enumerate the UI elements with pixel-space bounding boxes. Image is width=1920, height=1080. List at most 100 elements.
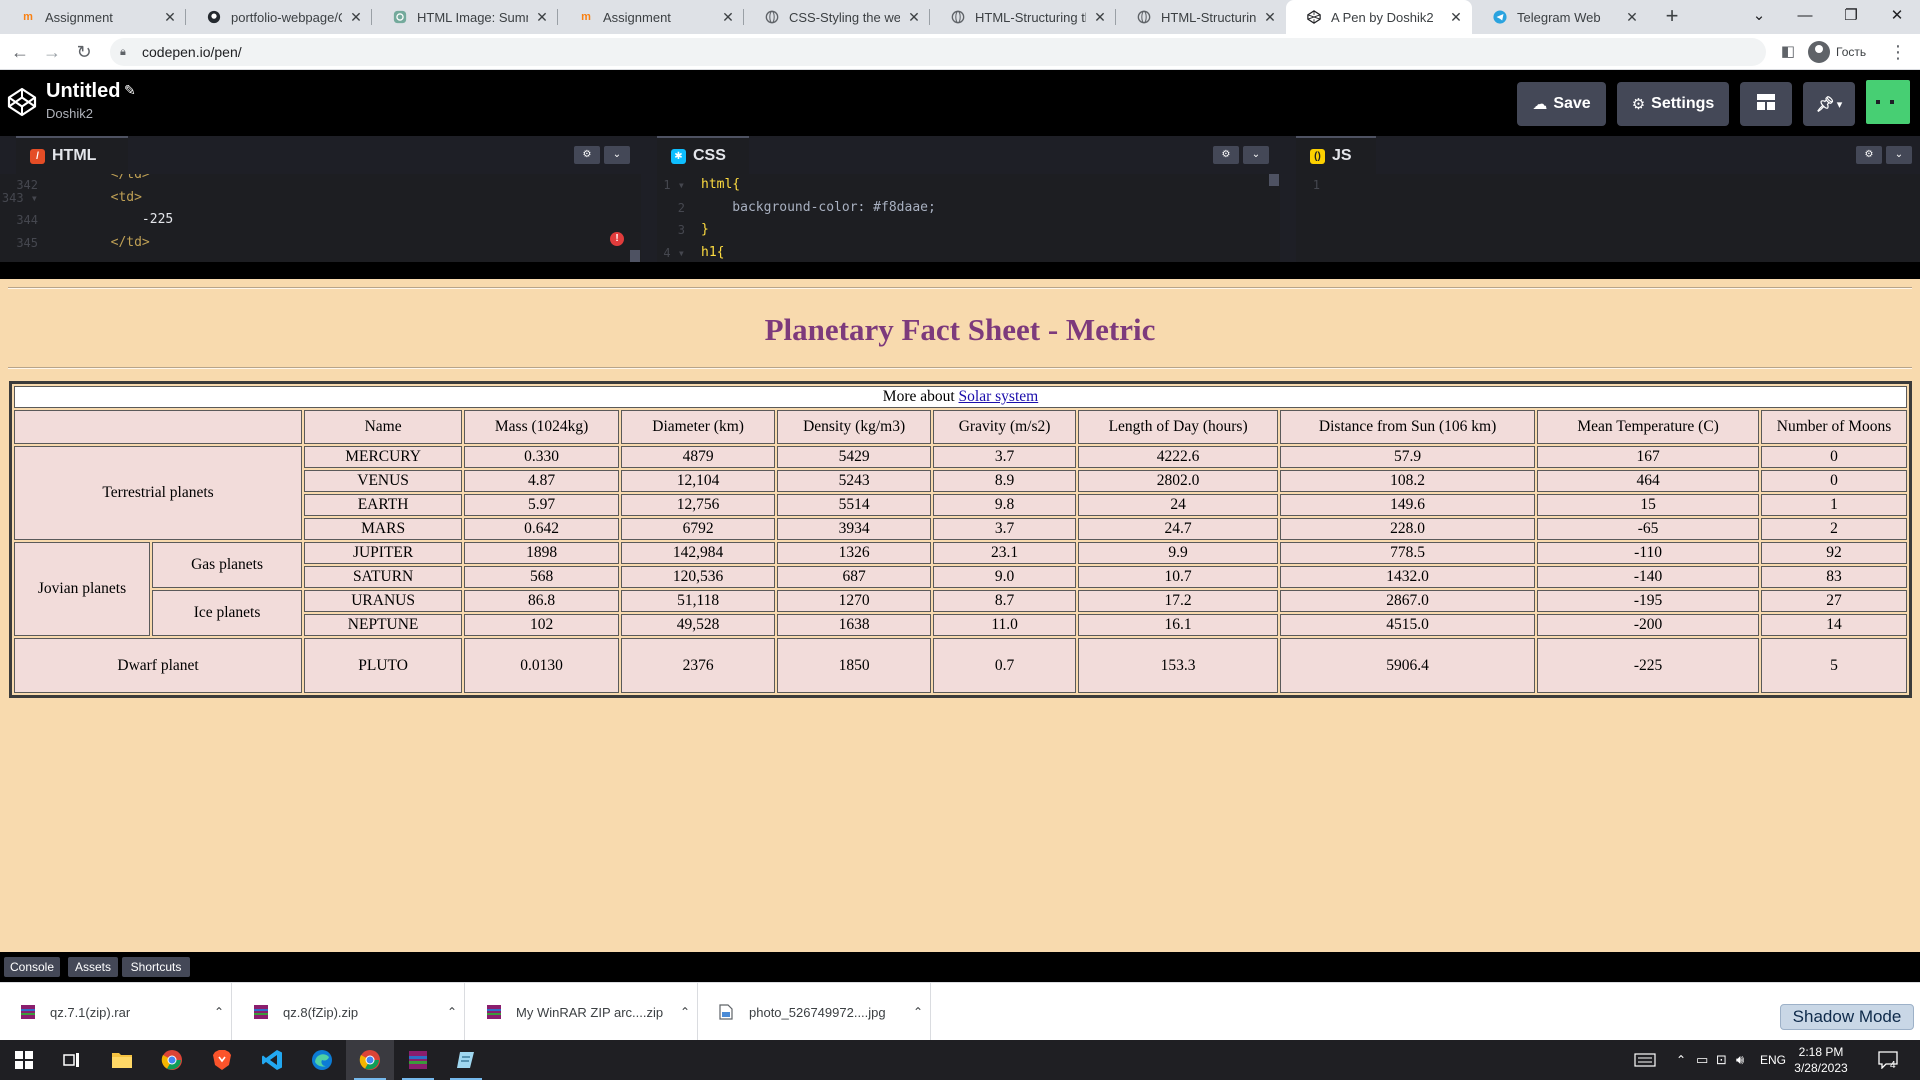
pen-title[interactable]: Untitled — [46, 80, 120, 103]
notifications-button[interactable]: 4 — [1878, 1040, 1898, 1080]
shadow-mode-button[interactable]: Shadow Mode — [1780, 1004, 1914, 1030]
tab-search-icon[interactable]: ⌄ — [1736, 0, 1782, 34]
download-item[interactable]: qz.7.1(zip).rar ⌃ — [0, 983, 232, 1041]
cell-distance: 4515.0 — [1280, 614, 1536, 636]
chevron-down-icon[interactable]: ⌄ — [1886, 146, 1912, 164]
close-icon[interactable]: ✕ — [906, 9, 922, 26]
volume-icon[interactable]: 🔊︎ — [1736, 1040, 1744, 1080]
menu-icon[interactable]: ⋮ — [1884, 38, 1912, 66]
clock[interactable]: 2:18 PM 3/28/2023 — [1786, 1044, 1856, 1076]
new-tab-button[interactable]: + — [1658, 4, 1686, 30]
brave-button[interactable] — [198, 1040, 246, 1080]
chevron-up-icon[interactable]: ⌃ — [906, 1005, 930, 1019]
tab-title: Assignment — [603, 9, 671, 25]
browser-tab[interactable]: portfolio-webpage/Cs ✕ — [186, 0, 372, 34]
download-item[interactable]: photo_526749972....jpg ⌃ — [699, 983, 931, 1041]
scrollbar[interactable] — [1269, 174, 1279, 186]
browser-tab-active[interactable]: A Pen by Doshik2 ✕ — [1286, 0, 1472, 34]
close-icon[interactable]: ✕ — [534, 9, 550, 26]
pen-author[interactable]: Doshik2 — [46, 106, 93, 121]
browser-tab[interactable]: Telegram Web ✕ — [1472, 0, 1648, 34]
cell-density: 687 — [777, 566, 932, 588]
vscode-button[interactable] — [248, 1040, 296, 1080]
editor-controls: ⚙ ⌄ — [1856, 146, 1912, 164]
reload-button[interactable]: ↻ — [70, 38, 98, 66]
task-view-button[interactable] — [48, 1040, 96, 1080]
chrome-active-button[interactable] — [346, 1040, 394, 1080]
solar-system-link[interactable]: Solar system — [959, 388, 1039, 405]
gear-icon[interactable]: ⚙ — [1856, 146, 1882, 164]
side-panel-icon[interactable]: ◧ — [1774, 38, 1802, 66]
chevron-up-icon[interactable]: ⌃ — [207, 1005, 231, 1019]
scrollbar[interactable] — [630, 250, 640, 262]
display-icon[interactable]: ⊡ — [1716, 1040, 1727, 1080]
language-indicator[interactable]: ENG — [1760, 1040, 1786, 1080]
save-button[interactable]: ☁ Save — [1517, 82, 1606, 126]
download-item[interactable]: qz.8(fZip).zip ⌃ — [233, 983, 465, 1041]
notepad-button[interactable] — [442, 1040, 490, 1080]
layout-button[interactable] — [1740, 82, 1792, 126]
back-button[interactable]: ← — [6, 38, 34, 66]
start-button[interactable] — [0, 1040, 48, 1080]
code-area[interactable]: 342 </td> 343 ▾ <td> 344 -225 345 </td> — [0, 174, 641, 262]
tab-title: A Pen by Doshik2 — [1331, 9, 1434, 25]
download-item[interactable]: My WinRAR ZIP arc....zip ⌃ — [466, 983, 698, 1041]
image-file-icon — [719, 1004, 735, 1020]
gear-icon[interactable]: ⚙ — [1213, 146, 1239, 164]
error-icon[interactable]: ! — [610, 232, 624, 246]
table-caption: More about Solar system — [14, 386, 1907, 408]
profile-button[interactable]: Гость — [1808, 40, 1866, 64]
assets-button[interactable]: Assets — [68, 957, 118, 977]
winrar-button[interactable] — [394, 1040, 442, 1080]
cell-mass: 0.642 — [464, 518, 620, 540]
close-icon[interactable]: ✕ — [1448, 9, 1464, 26]
edge-button[interactable] — [298, 1040, 346, 1080]
browser-tab[interactable]: HTML-Structuring the ✕ — [930, 0, 1116, 34]
restore-button[interactable]: ❐ — [1828, 0, 1874, 34]
settings-button[interactable]: ⚙ Settings — [1617, 82, 1729, 126]
pencil-icon[interactable]: ✎ — [124, 82, 136, 99]
file-explorer-button[interactable] — [98, 1040, 146, 1080]
gear-icon[interactable]: ⚙ — [574, 146, 600, 164]
url-input[interactable]: 🔒︎ codepen.io/pen/ — [110, 38, 1766, 66]
chevron-down-icon[interactable]: ⌄ — [604, 146, 630, 164]
code-area[interactable]: 1 ▾ html{ 2 background-color: #f8daae; 3}… — [657, 174, 1280, 262]
close-icon[interactable]: ✕ — [1624, 9, 1640, 26]
codepen-logo-icon[interactable] — [6, 86, 38, 118]
tab-js[interactable]: () JS — [1296, 136, 1376, 174]
minimize-button[interactable]: — — [1782, 0, 1828, 34]
close-window-button[interactable]: ✕ — [1874, 0, 1920, 34]
close-icon[interactable]: ✕ — [348, 9, 364, 26]
tab-css[interactable]: ✱ CSS — [657, 136, 749, 174]
code-area[interactable]: 1 — [1296, 174, 1920, 262]
chevron-down-icon[interactable]: ⌄ — [1243, 146, 1269, 164]
shortcuts-button[interactable]: Shortcuts — [122, 957, 190, 977]
chevron-up-icon[interactable]: ⌃ — [1676, 1040, 1686, 1080]
pin-button[interactable]: 📌︎ ▾ — [1803, 82, 1855, 126]
cell-name: EARTH — [304, 494, 463, 516]
close-icon[interactable]: ✕ — [720, 9, 736, 26]
chevron-up-icon[interactable]: ⌃ — [440, 1005, 464, 1019]
console-button[interactable]: Console — [4, 957, 60, 977]
chrome-button[interactable] — [148, 1040, 196, 1080]
cell-diameter: 51,118 — [621, 590, 776, 612]
browser-tab[interactable]: m Assignment ✕ — [0, 0, 186, 34]
avatar[interactable] — [1866, 80, 1910, 124]
browser-tab[interactable]: HTML Image: Summar ✕ — [372, 0, 558, 34]
editor-resize-handle[interactable] — [0, 262, 1920, 279]
chevron-up-icon[interactable]: ⌃ — [673, 1005, 697, 1019]
browser-tab[interactable]: CSS-Styling the web-P ✕ — [744, 0, 930, 34]
keyboard-icon[interactable] — [1634, 1040, 1656, 1080]
css-editor[interactable]: ✱ CSS ⚙ ⌄ 1 ▾ html{ 2 background-color: #… — [657, 136, 1280, 262]
close-icon[interactable]: ✕ — [162, 9, 178, 26]
js-editor[interactable]: () JS ⚙ ⌄ 1 — [1296, 136, 1920, 262]
close-icon[interactable]: ✕ — [1092, 9, 1108, 26]
browser-tab[interactable]: m Assignment ✕ — [558, 0, 744, 34]
network-icon[interactable]: ▭ — [1696, 1040, 1708, 1080]
browser-tab[interactable]: HTML-Structuring the ✕ — [1116, 0, 1286, 34]
html-editor[interactable]: / HTML ⚙ ⌄ 342 </td> 343 ▾ <td> 344 -225… — [0, 136, 641, 262]
cell-day: 2802.0 — [1078, 470, 1279, 492]
tab-html[interactable]: / HTML — [16, 136, 128, 174]
forward-button[interactable]: → — [38, 38, 66, 66]
close-icon[interactable]: ✕ — [1262, 9, 1278, 26]
